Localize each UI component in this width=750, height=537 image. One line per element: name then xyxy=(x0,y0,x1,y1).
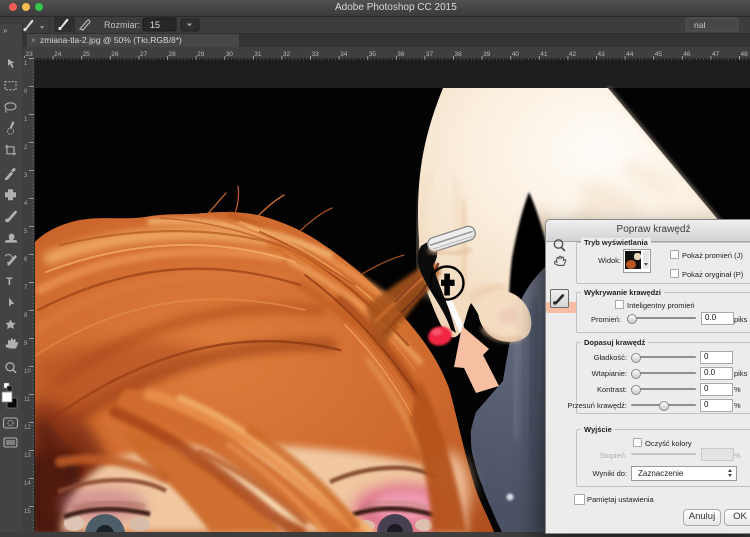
svg-text:1: 1 xyxy=(24,117,28,123)
svg-text:2: 2 xyxy=(24,145,28,151)
svg-text:15: 15 xyxy=(24,509,31,515)
svg-text:38: 38 xyxy=(455,51,463,58)
svg-text:25: 25 xyxy=(83,51,91,58)
svg-text:6: 6 xyxy=(24,257,28,263)
svg-text:36: 36 xyxy=(397,51,405,58)
svg-text:14: 14 xyxy=(24,481,31,487)
svg-text:48: 48 xyxy=(741,51,749,58)
svg-text:0: 0 xyxy=(24,89,28,95)
svg-text:3: 3 xyxy=(24,173,28,179)
svg-text:9: 9 xyxy=(24,341,28,347)
svg-text:24: 24 xyxy=(54,51,62,58)
svg-text:31: 31 xyxy=(254,51,262,58)
svg-text:1: 1 xyxy=(24,61,28,67)
svg-text:35: 35 xyxy=(369,51,377,58)
svg-text:5: 5 xyxy=(24,229,28,235)
svg-text:47: 47 xyxy=(712,51,720,58)
svg-text:40: 40 xyxy=(512,51,520,58)
svg-text:T: T xyxy=(6,276,13,288)
svg-text:39: 39 xyxy=(483,51,491,58)
svg-text:8: 8 xyxy=(24,313,28,319)
svg-text:45: 45 xyxy=(655,51,663,58)
svg-text:37: 37 xyxy=(426,51,434,58)
svg-text:12: 12 xyxy=(24,425,31,431)
svg-text:32: 32 xyxy=(283,51,291,58)
svg-text:»: » xyxy=(3,26,8,35)
svg-text:42: 42 xyxy=(569,51,577,58)
svg-text:43: 43 xyxy=(598,51,606,58)
svg-text:46: 46 xyxy=(683,51,691,58)
svg-text:7: 7 xyxy=(24,285,28,291)
svg-text:29: 29 xyxy=(197,51,205,58)
svg-text:10: 10 xyxy=(24,369,31,375)
svg-text:26: 26 xyxy=(111,51,119,58)
svg-text:30: 30 xyxy=(226,51,234,58)
svg-text:27: 27 xyxy=(140,51,148,58)
svg-text:44: 44 xyxy=(626,51,634,58)
svg-text:4: 4 xyxy=(24,201,28,207)
svg-text:34: 34 xyxy=(340,51,348,58)
svg-text:28: 28 xyxy=(169,51,177,58)
svg-text:41: 41 xyxy=(540,51,548,58)
svg-text:23: 23 xyxy=(26,51,34,58)
svg-text:13: 13 xyxy=(24,453,31,459)
svg-text:11: 11 xyxy=(24,397,31,403)
svg-text:33: 33 xyxy=(312,51,320,58)
